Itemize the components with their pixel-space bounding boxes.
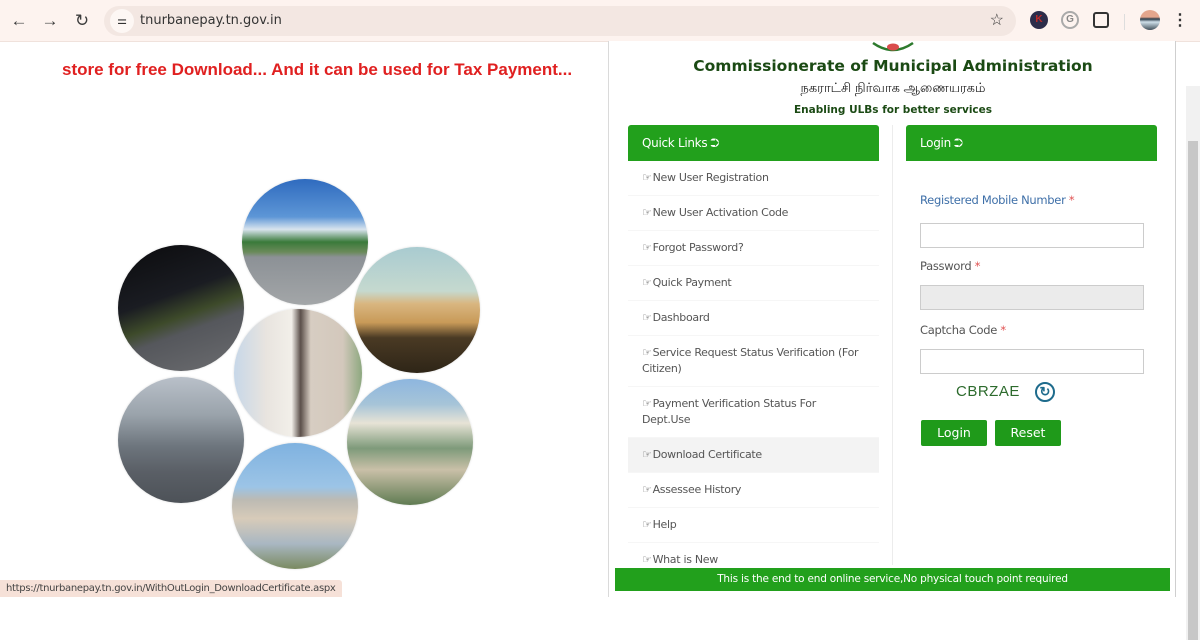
reload-icon: ↻ <box>74 11 90 30</box>
pointing-hand-icon: ☞ <box>642 518 652 531</box>
quick-link-label[interactable]: New User Activation Code <box>653 206 789 219</box>
pointing-hand-icon: ☞ <box>642 448 652 461</box>
login-header: Login ⮊ <box>906 125 1157 161</box>
kebab-menu-icon[interactable]: ⋮ <box>1172 10 1188 30</box>
pointing-hand-icon: ☞ <box>642 276 652 289</box>
pointing-hand-icon: ☞ <box>642 483 652 496</box>
login-button[interactable]: Login <box>921 420 987 446</box>
captcha-input[interactable] <box>920 349 1144 374</box>
gallery-image-office-building <box>347 379 473 505</box>
pointing-hand-icon: ☞ <box>642 206 652 219</box>
quick-link-label[interactable]: What is New <box>653 553 719 566</box>
emblem-logo-icon <box>872 41 914 52</box>
forward-button[interactable]: → <box>38 9 62 33</box>
quick-link-label[interactable]: Download Certificate <box>653 448 763 461</box>
refresh-captcha-icon[interactable]: ↻ <box>1035 382 1055 402</box>
quick-link-label[interactable]: Dashboard <box>653 311 710 324</box>
captcha-label: Captcha Code * <box>920 323 1006 337</box>
org-title: Commissionerate of Municipal Administrat… <box>693 57 1093 75</box>
org-tamil-title: நகராட்சி நிர்வாக ஆணையரகம் <box>800 80 986 95</box>
scrollbar-thumb[interactable] <box>1188 141 1198 640</box>
quick-link-item[interactable]: ☞Forgot Password? <box>628 231 879 266</box>
footer-notice: This is the end to end online service,No… <box>615 568 1170 591</box>
sign-in-icon: ⮊ <box>953 136 963 150</box>
gallery-image-mountain-highway <box>242 179 368 305</box>
quick-links-panel: Quick Links ⮊ ☞New User Registration ☞New … <box>628 125 879 597</box>
city-gallery <box>110 173 490 573</box>
toolbar-separator <box>1124 14 1125 30</box>
extension-k-icon[interactable]: K <box>1030 11 1048 29</box>
quick-link-item[interactable]: ☞Assessee History <box>628 473 879 508</box>
required-mark: * <box>974 259 981 273</box>
quick-link-label[interactable]: Assessee History <box>653 483 742 496</box>
quick-link-label[interactable]: Payment Verification Status For Dept.Use <box>642 397 816 426</box>
quick-link-item[interactable]: ☞New User Registration <box>628 161 879 196</box>
gallery-image-apartment <box>234 309 362 437</box>
column-divider <box>892 125 893 565</box>
quick-links-header: Quick Links ⮊ <box>628 125 879 161</box>
page: store for free Download... And it can be… <box>0 41 1200 640</box>
quick-link-label[interactable]: Forgot Password? <box>653 241 744 254</box>
required-mark: * <box>1000 323 1006 337</box>
browser-toolbar: ← → ↻ ⚌ tnurbanepay.tn.gov.in ☆ K G ⋮ <box>0 0 1200 42</box>
gallery-image-city-traffic <box>118 377 244 503</box>
mobile-number-label: Registered Mobile Number * <box>920 193 1075 207</box>
extensions-puzzle-icon[interactable] <box>1093 12 1109 28</box>
marquee-text: store for free Download... And it can be… <box>62 60 573 79</box>
tune-icon: ⚌ <box>117 15 127 27</box>
quick-link-item[interactable]: ☞Service Request Status Verification (Fo… <box>628 336 879 387</box>
quick-links-title: Quick Links <box>642 136 708 150</box>
quick-link-label[interactable]: Help <box>653 518 677 531</box>
profile-avatar-icon[interactable] <box>1140 10 1160 30</box>
login-panel: Commissionerate of Municipal Administrat… <box>608 41 1176 597</box>
back-button[interactable]: ← <box>7 9 31 33</box>
arrow-right-icon: → <box>41 11 59 30</box>
password-label: Password * <box>920 259 981 273</box>
arrow-left-icon: ← <box>10 11 28 30</box>
pointing-hand-icon: ☞ <box>642 397 652 410</box>
quick-link-item[interactable]: ☞Dashboard <box>628 301 879 336</box>
grammarly-icon[interactable]: G <box>1061 11 1079 29</box>
pointing-hand-icon: ☞ <box>642 346 652 359</box>
quick-link-item[interactable]: ☞Help <box>628 508 879 543</box>
required-mark: * <box>1068 193 1075 207</box>
org-tagline: Enabling ULBs for better services <box>793 104 993 116</box>
quick-link-item[interactable]: ☞Quick Payment <box>628 266 879 301</box>
pointing-hand-icon: ☞ <box>642 553 652 566</box>
reload-button[interactable]: ↻ <box>70 9 94 33</box>
login-form: Login ⮊ Registered Mobile Number * Passwo… <box>906 125 1157 565</box>
reset-button[interactable]: Reset <box>995 420 1061 446</box>
url-text[interactable]: tnurbanepay.tn.gov.in <box>140 13 282 28</box>
quick-links-list: ☞New User Registration ☞New User Activati… <box>628 161 879 578</box>
gallery-image-water-tank <box>232 443 358 569</box>
pointing-hand-icon: ☞ <box>642 171 652 184</box>
captcha-image-text: CBRZAE <box>956 383 1020 400</box>
gallery-image-street-lights <box>118 245 244 371</box>
pointing-hand-icon: ☞ <box>642 241 652 254</box>
quick-link-item[interactable]: ☞Payment Verification Status For Dept.Us… <box>628 387 879 438</box>
mobile-number-input[interactable] <box>920 223 1144 248</box>
quick-link-item[interactable]: ☞Download Certificate <box>628 438 879 473</box>
sign-in-icon: ⮊ <box>710 136 720 150</box>
quick-link-label[interactable]: Service Request Status Verification (For… <box>642 346 859 375</box>
address-bar[interactable]: ⚌ tnurbanepay.tn.gov.in ☆ <box>104 6 1016 36</box>
quick-link-label[interactable]: New User Registration <box>653 171 769 184</box>
gallery-image-arch-bridge <box>354 247 480 373</box>
page-scrollbar[interactable] <box>1186 86 1200 640</box>
login-title: Login <box>920 136 951 150</box>
pointing-hand-icon: ☞ <box>642 311 652 324</box>
password-input[interactable] <box>920 285 1144 310</box>
quick-link-label[interactable]: Quick Payment <box>653 276 732 289</box>
status-bar-url: https://tnurbanepay.tn.gov.in/WithOutLog… <box>0 580 342 597</box>
quick-link-item[interactable]: ☞New User Activation Code <box>628 196 879 231</box>
bookmark-star-icon[interactable]: ☆ <box>990 10 1004 30</box>
site-info-button[interactable]: ⚌ <box>110 9 134 33</box>
marquee-banner: store for free Download... And it can be… <box>0 60 600 84</box>
